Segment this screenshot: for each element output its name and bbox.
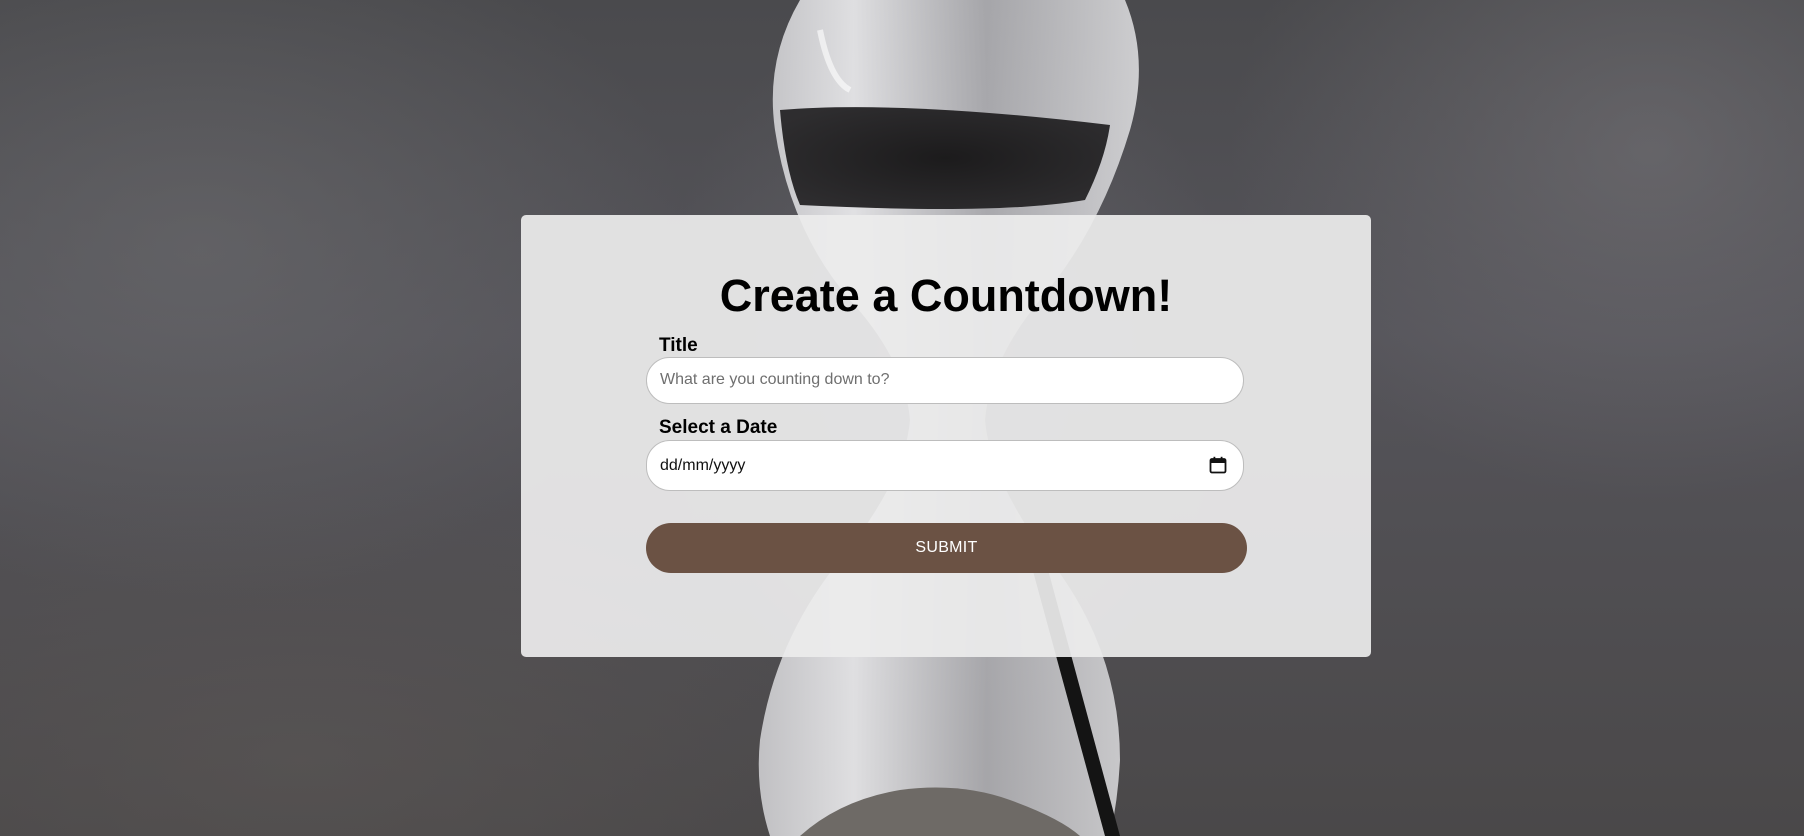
title-input-placeholder: What are you counting down to? [660,371,890,388]
title-field-label: Title [659,335,698,356]
submit-button[interactable]: SUBMIT [646,523,1247,573]
date-input[interactable]: dd/mm/yyyy [646,440,1244,491]
countdown-form-card: Create a Countdown! Title What are you c… [521,215,1371,657]
date-field-label: Select a Date [659,417,778,438]
title-input[interactable]: What are you counting down to? [646,357,1244,404]
page-root: Create a Countdown! Title What are you c… [0,0,1804,836]
form-heading: Create a Countdown! [719,270,1173,321]
date-input-placeholder: dd/mm/yyyy [660,457,746,474]
calendar-icon[interactable] [1209,456,1227,474]
